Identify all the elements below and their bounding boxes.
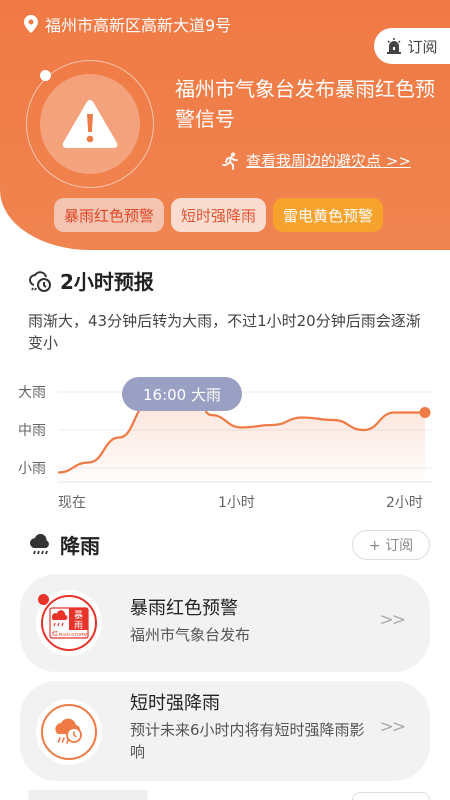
tag-rainstorm-red[interactable]: 暴雨红色预警 xyxy=(54,198,165,232)
y-tick-label: 中雨 xyxy=(18,423,46,439)
card-subtitle: 福州市气象台发布 xyxy=(130,626,251,644)
warning-triangle-icon xyxy=(62,100,118,148)
forecast-section-title: 2小时预报 xyxy=(28,266,154,295)
x-tick-label: 现在 xyxy=(58,495,86,511)
rain-title: 降雨 xyxy=(60,534,100,558)
alert-badge xyxy=(26,60,154,188)
precip-area-fill xyxy=(58,392,425,480)
location-address: 福州市高新区高新大道9号 xyxy=(45,16,232,35)
running-person-icon xyxy=(222,152,238,170)
svg-text:红: 红 xyxy=(52,630,58,638)
forecast-description: 雨渐大，43分钟后转为大雨，不过1小时20分钟后雨会逐渐变小 xyxy=(28,312,421,352)
nearby-shelters-link[interactable]: 查看我周边的避灾点 >> xyxy=(222,150,411,171)
heavy-rain-timer-icon xyxy=(36,699,102,765)
card-title: 暴雨红色预警 xyxy=(130,598,238,619)
svg-text:雨: 雨 xyxy=(74,620,83,630)
y-tick-label: 小雨 xyxy=(18,461,46,477)
forecast-tooltip-bubble: 16:00 大雨 xyxy=(122,377,242,411)
y-tick-label: 大雨 xyxy=(18,385,46,401)
card-chevron-icon: >> xyxy=(379,610,406,630)
tag-heavy-rain[interactable]: 短时强降雨 xyxy=(171,198,267,232)
warning-card-heavy-rain[interactable]: 短时强降雨 预计未来6小时内将有短时强降雨影响 >> xyxy=(20,681,430,781)
subscribe-label: 订阅 xyxy=(407,37,438,56)
rain-subscribe-button[interactable]: + 订阅 xyxy=(352,530,430,560)
svg-text:暴: 暴 xyxy=(74,610,83,620)
card-subtitle: 预计未来6小时内将有短时强降雨影响 xyxy=(130,721,365,761)
warning-card-rainstorm[interactable]: 暴 雨 红 RAIN STORM 暴雨红色预警 福州市气象台发布 >> xyxy=(20,574,430,672)
unread-dot xyxy=(38,594,49,605)
location-pin-icon xyxy=(24,15,38,33)
rain-clock-icon xyxy=(29,270,51,292)
alert-header: 福州市高新区高新大道9号 订阅 福州市气象台发布暴雨红色预警信号 查看我周边的避… xyxy=(0,0,450,250)
next-section-peek xyxy=(28,790,148,800)
svg-text:RAIN STORM: RAIN STORM xyxy=(59,632,87,637)
card-title: 短时强降雨 xyxy=(130,693,220,714)
next-subscribe-peek xyxy=(352,792,430,800)
rain-section-title: 降雨 xyxy=(28,530,100,559)
precip-end-point xyxy=(419,407,431,418)
card-chevron-icon: >> xyxy=(379,717,406,737)
alert-title: 福州市气象台发布暴雨红色预警信号 xyxy=(175,77,435,131)
x-tick-label: 2小时 xyxy=(386,495,423,511)
nearby-link-label: 查看我周边的避灾点 >> xyxy=(246,152,411,170)
location-bar[interactable]: 福州市高新区高新大道9号 xyxy=(24,12,231,36)
siren-icon xyxy=(387,38,402,54)
subscribe-button[interactable]: 订阅 xyxy=(374,28,450,64)
precipitation-chart: 大雨 中雨 小雨 现在 1小时 2小时 16:00 大雨 xyxy=(0,370,450,520)
x-tick-label: 1小时 xyxy=(218,495,255,511)
warning-tags: 暴雨红色预警 短时强降雨 雷电黄色预警 xyxy=(54,198,384,232)
forecast-title: 2小时预报 xyxy=(60,270,154,294)
rain-cloud-icon xyxy=(29,533,49,554)
tag-thunder-yellow[interactable]: 雷电黄色预警 xyxy=(273,198,384,232)
